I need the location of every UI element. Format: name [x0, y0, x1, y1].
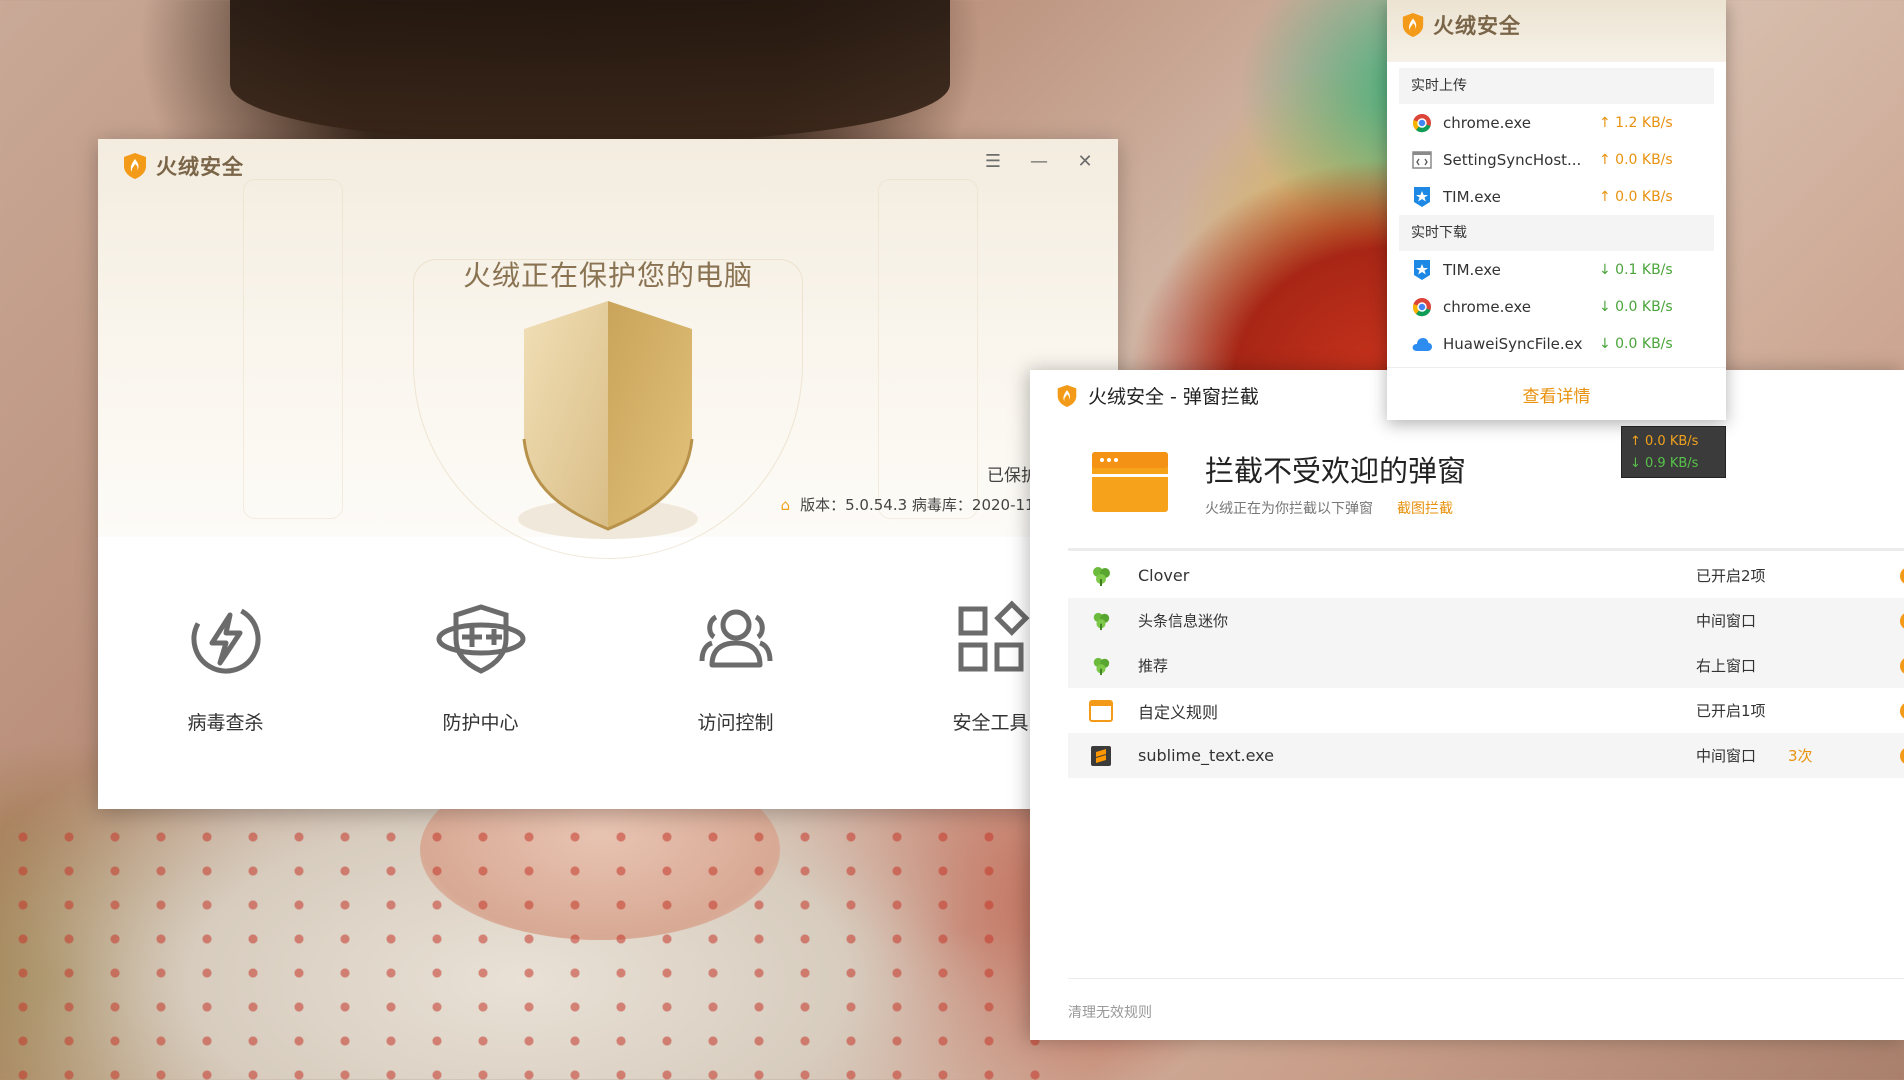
rule-status: 右上窗口 — [1696, 657, 1757, 675]
main-window: 火绒安全 ☰ — ✕ 火绒正在保护您的电脑 已保护 ⌂ 版本：5.0.54.3 … — [98, 139, 1118, 809]
process-name: chrome.exe — [1443, 113, 1531, 132]
upload-speed: ↑ 1.2 KB/s — [1599, 114, 1673, 131]
process-name: TIM.exe — [1443, 260, 1501, 279]
tool-protection-center[interactable]: 防护中心 — [353, 594, 608, 735]
download-speed: ↓ 0.1 KB/s — [1599, 261, 1673, 278]
block-count: 3次 — [1788, 747, 1813, 765]
widget-upload-speed: ↑ 0.0 KB/s — [1630, 434, 1699, 449]
tim-icon — [1411, 186, 1433, 208]
app-brand: 火绒安全 — [1401, 10, 1521, 40]
clover-icon — [1088, 563, 1114, 589]
protection-shield — [505, 299, 711, 553]
list-item[interactable]: 头条信息迷你 中间窗口 — [1068, 598, 1904, 643]
rule-name: 推荐 — [1138, 657, 1169, 675]
users-icon — [691, 594, 781, 684]
close-button[interactable]: ✕ — [1074, 151, 1096, 172]
tool-label: 病毒查杀 — [187, 712, 264, 734]
shield-plus-icon — [436, 594, 526, 684]
lightning-icon — [181, 594, 271, 684]
chrome-icon — [1411, 112, 1433, 134]
upload-speed: ↑ 0.0 KB/s — [1599, 151, 1673, 168]
download-section-header: 实时下载 — [1399, 215, 1714, 251]
tool-access-control[interactable]: 访问控制 — [608, 594, 863, 735]
tool-label: 防护中心 — [442, 712, 519, 734]
traffic-header: 火绒安全 — [1387, 0, 1726, 62]
popup-block-window: 火绒安全 - 弹窗拦截 拦截不受欢迎的弹窗 火绒正在为你拦截以下弹窗 截图拦截 … — [1030, 370, 1904, 1040]
app-brand-label: 火绒安全 — [1433, 14, 1521, 38]
tool-virus-scan[interactable]: 病毒查杀 — [98, 594, 353, 735]
tim-icon — [1411, 259, 1433, 281]
sublime-icon — [1088, 743, 1114, 769]
process-name: SettingSyncHost.... — [1443, 150, 1583, 169]
rule-status: 中间窗口 — [1696, 747, 1757, 765]
window-icon — [1088, 698, 1114, 724]
network-speed-widget[interactable]: ↑ 0.0 KB/s ↓ 0.9 KB/s — [1621, 426, 1726, 478]
list-item[interactable]: TIM.exe ↓ 0.1 KB/s — [1399, 251, 1714, 288]
home-icon: ⌂ — [780, 495, 791, 514]
app-brand-label: 火绒安全 — [156, 155, 244, 179]
shield-icon — [518, 301, 698, 539]
rule-name: 自定义规则 — [1138, 702, 1219, 722]
traffic-window: 火绒安全 实时上传 chrome.exe ↑ 1.2 KB/s SettingS… — [1387, 0, 1726, 420]
rule-name: Clover — [1138, 566, 1190, 585]
protection-headline: 火绒正在保护您的电脑 — [462, 259, 753, 292]
huorong-logo-icon — [124, 153, 146, 179]
list-item[interactable]: chrome.exe ↑ 1.2 KB/s — [1399, 104, 1714, 141]
process-name: chrome.exe — [1443, 297, 1531, 316]
minimize-button[interactable]: — — [1028, 151, 1050, 172]
apps-icon — [946, 594, 1036, 684]
upload-speed: ↑ 0.0 KB/s — [1599, 188, 1673, 205]
background-hair — [230, 0, 950, 140]
huorong-logo-icon — [1057, 384, 1077, 407]
list-item[interactable]: Clover 已开启2项 — [1068, 553, 1904, 598]
cloud-icon — [1411, 333, 1433, 355]
download-speed: ↓ 0.0 KB/s — [1599, 298, 1673, 315]
app-brand: 火绒安全 — [122, 151, 244, 181]
popup-title-text: 火绒安全 - 弹窗拦截 — [1088, 386, 1259, 408]
background-sweater-pattern — [0, 820, 1040, 1080]
huorong-logo-icon — [1402, 13, 1424, 37]
popup-subtitle: 火绒正在为你拦截以下弹窗 — [1205, 501, 1373, 517]
process-name: TIM.exe — [1443, 187, 1501, 206]
rule-name: 头条信息迷你 — [1138, 612, 1229, 630]
menu-icon[interactable]: ☰ — [982, 151, 1004, 172]
list-item[interactable]: sublime_text.exe 中间窗口 3次 — [1068, 733, 1904, 778]
process-name: HuaweiSyncFile.exe — [1443, 334, 1583, 353]
upload-section-header: 实时上传 — [1399, 68, 1714, 104]
list-item[interactable]: HuaweiSyncFile.exe ↓ 0.0 KB/s — [1399, 325, 1714, 362]
version-info: ⌂ 版本：5.0.54.3 病毒库：2020-11- — [781, 494, 1040, 515]
chrome-icon — [1411, 296, 1433, 318]
clover-icon — [1088, 608, 1114, 634]
list-item[interactable]: 自定义规则 已开启1项 — [1068, 688, 1904, 733]
popup-subtitle-bar: 火绒正在为你拦截以下弹窗 截图拦截 — [1205, 498, 1453, 518]
list-item[interactable]: chrome.exe ↓ 0.0 KB/s — [1399, 288, 1714, 325]
list-item[interactable]: TIM.exe ↑ 0.0 KB/s — [1399, 178, 1714, 215]
list-item[interactable]: 推荐 右上窗口 — [1068, 643, 1904, 688]
screenshot-block-link[interactable]: 截图拦截 — [1397, 498, 1453, 518]
code-window-icon — [1411, 149, 1433, 171]
popup-window-icon — [1092, 452, 1168, 516]
rule-status: 已开启1项 — [1696, 702, 1766, 720]
popup-window-title: 火绒安全 - 弹窗拦截 — [1056, 382, 1259, 409]
popup-rule-list: Clover 已开启2项 头条信息迷你 中间窗口 推荐 右上窗口 自定义规则 已… — [1068, 553, 1904, 778]
clean-invalid-rules-link[interactable]: 清理无效规则 — [1068, 1002, 1152, 1022]
window-controls: ☰ — ✕ — [982, 151, 1096, 172]
rule-status: 中间窗口 — [1696, 612, 1757, 630]
version-text: 版本：5.0.54.3 病毒库：2020-11- — [800, 496, 1040, 514]
tool-label: 安全工具 — [952, 712, 1029, 734]
widget-download-speed: ↓ 0.9 KB/s — [1630, 456, 1699, 471]
download-speed: ↓ 0.0 KB/s — [1599, 335, 1673, 352]
tool-label: 访问控制 — [697, 712, 774, 734]
rule-status: 已开启2项 — [1696, 567, 1766, 585]
list-item[interactable]: SettingSyncHost.... ↑ 0.0 KB/s — [1399, 141, 1714, 178]
tool-grid: 病毒查杀 防护中心 访问控制 安全工具 — [98, 594, 1118, 735]
clover-icon — [1088, 653, 1114, 679]
view-details-link[interactable]: 查看详情 — [1387, 382, 1726, 407]
popup-heading: 拦截不受欢迎的弹窗 — [1205, 454, 1467, 488]
